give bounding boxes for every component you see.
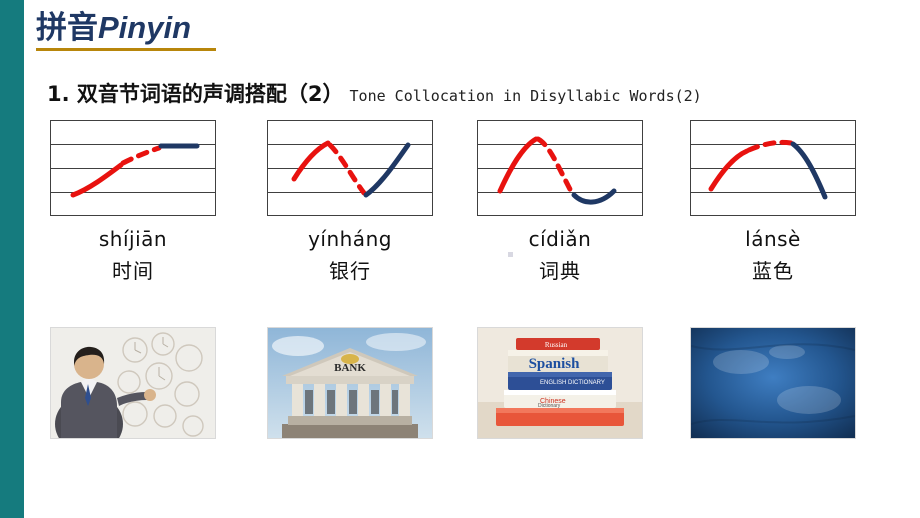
svg-text:Dictionary: Dictionary — [538, 403, 561, 409]
tone-card-pinyin: cídiǎn — [528, 227, 592, 251]
tone-staff-diagram — [267, 120, 433, 216]
photo-row: BANK Chinese Dictionary ENGLISH DICTIONA… — [0, 327, 920, 441]
page-title-chinese: 拼音 — [36, 10, 98, 46]
svg-text:BANK: BANK — [334, 362, 366, 374]
tone-card-pinyin: lánsè — [745, 227, 801, 251]
photo-dictionary-books: Chinese Dictionary ENGLISH DICTIONARY Sp… — [477, 327, 643, 439]
tone-card: cídiǎn 词典 — [477, 120, 643, 284]
section-heading: 1. 双音节词语的声调搭配（2） Tone Collocation in Disy… — [47, 78, 702, 108]
tone-card-pinyin: shíjiān — [98, 227, 168, 251]
tone-card-hanzi: 时间 — [112, 259, 154, 283]
tone-staff-diagram — [690, 120, 856, 216]
tone-card-hanzi: 蓝色 — [752, 259, 794, 283]
section-heading-english: Tone Collocation in Disyllabic Words(2) — [349, 87, 702, 105]
tone-staff-diagram — [477, 120, 643, 216]
page-title: 拼音Pinyin — [36, 8, 191, 48]
photo-blue-texture — [690, 327, 856, 439]
tone-card-pinyin: yínháng — [308, 227, 392, 251]
tone-staff-diagram — [50, 120, 216, 216]
svg-text:ENGLISH DICTIONARY: ENGLISH DICTIONARY — [540, 380, 605, 386]
photo-man-with-clocks — [50, 327, 216, 439]
title-underline — [36, 48, 216, 51]
tone-card-hanzi: 银行 — [329, 259, 371, 283]
svg-text:Russian: Russian — [545, 341, 568, 349]
photo-bank-building: BANK — [267, 327, 433, 439]
tone-card: lánsè 蓝色 — [690, 120, 856, 284]
svg-text:Spanish: Spanish — [529, 356, 581, 372]
tone-card: shíjiān 时间 — [50, 120, 216, 284]
tone-card: yínháng 银行 — [267, 120, 433, 284]
slide: 拼音Pinyin 1. 双音节词语的声调搭配（2） Tone Collocatio… — [0, 0, 920, 518]
tone-card-row: shíjiān 时间 yínháng 银行 cídiǎn 词典 lánsè 蓝色 — [0, 120, 920, 300]
page-title-english: Pinyin — [98, 10, 192, 45]
tone-card-hanzi: 词典 — [539, 259, 581, 283]
section-heading-chinese: 1. 双音节词语的声调搭配（2） — [47, 82, 344, 106]
